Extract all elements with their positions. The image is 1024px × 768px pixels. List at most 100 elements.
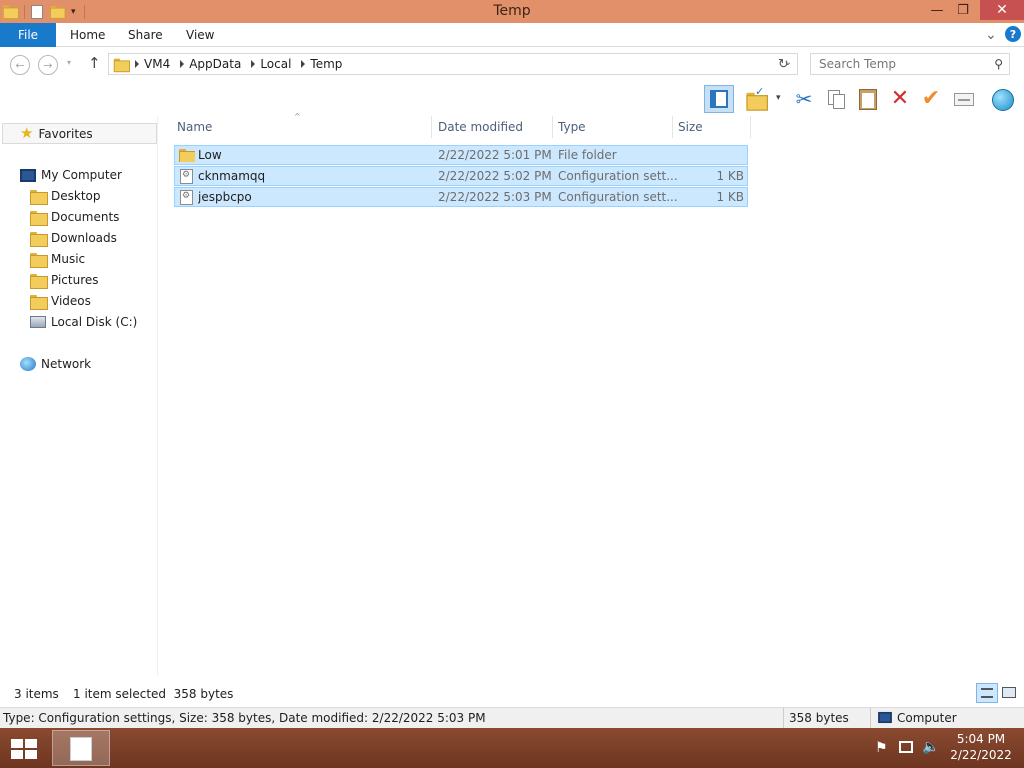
breadcrumb-appdata[interactable]: AppData xyxy=(189,57,241,71)
tab-view[interactable]: View xyxy=(186,23,214,47)
taskbar: ⚑ 🔈 5:04 PM 2/22/2022 xyxy=(0,728,1024,768)
file-name: Low xyxy=(198,148,222,162)
folder-options-dropdown-icon[interactable]: ▾ xyxy=(776,93,781,103)
details-text: Type: Configuration settings, Size: 358 … xyxy=(3,711,486,725)
address-bar[interactable]: VM4 AppData Local Temp ⌄ xyxy=(108,53,798,75)
copy-button[interactable] xyxy=(825,87,849,111)
details-location: Computer xyxy=(897,711,957,725)
breadcrumb-separator-icon[interactable] xyxy=(251,60,256,68)
recent-locations-icon[interactable]: ▾ xyxy=(67,58,71,67)
clipboard-paper-icon xyxy=(862,93,874,108)
nav-local-disk[interactable]: Local Disk (C:) xyxy=(30,312,137,332)
back-arrow-icon: ← xyxy=(15,58,25,72)
file-size: 1 KB xyxy=(716,169,744,183)
paste-button[interactable] xyxy=(856,87,880,111)
checkmark-icon: ✔ xyxy=(921,86,941,111)
column-header-date[interactable]: Date modified xyxy=(433,116,553,138)
start-button[interactable] xyxy=(8,734,40,762)
file-type: Configuration sett... xyxy=(558,169,678,183)
delete-button[interactable]: ✕ xyxy=(888,87,912,111)
clock[interactable]: 5:04 PM 2/22/2022 xyxy=(946,732,1016,762)
selection-info: 1 item selected 358 bytes xyxy=(73,687,234,701)
file-row[interactable]: Low 2/22/2022 5:01 PM File folder xyxy=(174,145,748,165)
taskbar-explorer-button[interactable] xyxy=(52,730,110,766)
search-icon[interactable]: ⚲ xyxy=(994,57,1003,71)
maximize-button[interactable]: ❐ xyxy=(950,0,976,20)
speaker-muted-icon[interactable]: 🔈 xyxy=(922,739,939,755)
minimize-button[interactable]: — xyxy=(926,0,948,20)
window-title: Temp xyxy=(493,3,531,19)
large-icons-view-button[interactable] xyxy=(1001,686,1017,700)
properties-button[interactable] xyxy=(952,87,976,111)
file-type: File folder xyxy=(558,148,617,162)
details-view-button[interactable] xyxy=(976,683,998,703)
nav-desktop[interactable]: Desktop xyxy=(30,186,101,206)
column-header-name-label: Name xyxy=(177,120,213,134)
config-file-icon xyxy=(180,190,193,205)
config-file-icon xyxy=(180,169,193,184)
nav-network[interactable]: Network xyxy=(20,354,91,374)
ribbon-expand-icon[interactable]: ⌄ xyxy=(985,23,997,47)
rename-button[interactable]: ✔ xyxy=(919,87,943,111)
status-bar: 3 items 1 item selected 358 bytes xyxy=(0,683,1024,705)
nav-desktop-label: Desktop xyxy=(51,189,101,203)
network-tray-icon[interactable] xyxy=(899,741,913,753)
cut-button[interactable]: ✂ xyxy=(792,87,816,111)
tab-file[interactable]: File xyxy=(0,23,56,47)
search-box[interactable]: Search Temp ⚲ xyxy=(810,53,1010,75)
nav-my-computer[interactable]: My Computer xyxy=(20,165,122,185)
up-button[interactable]: ↑ xyxy=(88,54,101,72)
windows-logo-icon xyxy=(11,739,37,759)
breadcrumb-temp[interactable]: Temp xyxy=(310,57,342,71)
details-divider xyxy=(870,708,871,728)
nav-music[interactable]: Music xyxy=(30,249,85,269)
navigation-pane: ★ Favorites My Computer Desktop Document… xyxy=(0,116,158,676)
file-row[interactable]: jespbcpo 2/22/2022 5:03 PM Configuration… xyxy=(174,187,748,207)
breadcrumb-separator-icon[interactable] xyxy=(135,60,139,68)
file-date: 2/22/2022 5:03 PM xyxy=(438,190,552,204)
breadcrumb-separator-icon[interactable] xyxy=(301,60,306,68)
breadcrumb-separator-icon[interactable] xyxy=(180,60,185,68)
help-icon[interactable]: ? xyxy=(1005,26,1021,42)
nav-documents[interactable]: Documents xyxy=(30,207,119,227)
folder-icon xyxy=(30,231,48,247)
column-header-type[interactable]: Type xyxy=(553,116,673,138)
nav-music-label: Music xyxy=(51,252,86,266)
nav-pictures[interactable]: Pictures xyxy=(30,270,99,290)
clock-time: 5:04 PM xyxy=(956,732,1006,746)
close-button[interactable]: ✕ xyxy=(980,0,1024,20)
nav-favorites[interactable]: ★ Favorites xyxy=(2,123,157,144)
copy-icon-front xyxy=(833,94,845,109)
breadcrumb-local[interactable]: Local xyxy=(260,57,291,71)
nav-videos[interactable]: Videos xyxy=(30,291,91,311)
folder-icon xyxy=(30,252,48,268)
column-header-date-label: Date modified xyxy=(438,120,524,134)
forward-button[interactable]: → xyxy=(38,55,58,75)
column-header-size[interactable]: Size xyxy=(673,116,751,138)
nav-videos-label: Videos xyxy=(51,294,91,308)
file-row[interactable]: cknmamqq 2/22/2022 5:02 PM Configuration… xyxy=(174,166,748,186)
preview-pane-button[interactable] xyxy=(704,85,734,113)
tab-share[interactable]: Share xyxy=(128,23,163,47)
file-explorer-icon xyxy=(70,737,92,761)
delete-x-icon: ✕ xyxy=(890,86,910,111)
clock-date: 2/22/2022 xyxy=(950,748,1012,762)
network-globe-button[interactable] xyxy=(990,87,1014,111)
folder-icon xyxy=(30,189,48,205)
computer-icon xyxy=(878,711,892,724)
item-count: 3 items xyxy=(14,687,59,701)
folder-options-button[interactable]: ✓ xyxy=(745,85,769,111)
nav-my-computer-label: My Computer xyxy=(41,168,122,182)
back-button[interactable]: ← xyxy=(10,55,30,75)
breadcrumb-vm4[interactable]: VM4 xyxy=(144,57,170,71)
action-center-flag-icon[interactable]: ⚑ xyxy=(875,740,888,756)
details-bar: Type: Configuration settings, Size: 358 … xyxy=(0,707,1024,728)
search-input[interactable]: Search Temp xyxy=(819,57,896,71)
tab-home[interactable]: Home xyxy=(70,23,105,47)
file-size: 1 KB xyxy=(716,190,744,204)
refresh-button[interactable]: ↻ xyxy=(778,57,789,72)
column-header-name[interactable]: Name ^ xyxy=(172,112,432,138)
title-bar: ▾ Temp — ❐ ✕ xyxy=(0,0,1024,23)
nav-network-label: Network xyxy=(41,357,92,371)
nav-downloads[interactable]: Downloads xyxy=(30,228,117,248)
